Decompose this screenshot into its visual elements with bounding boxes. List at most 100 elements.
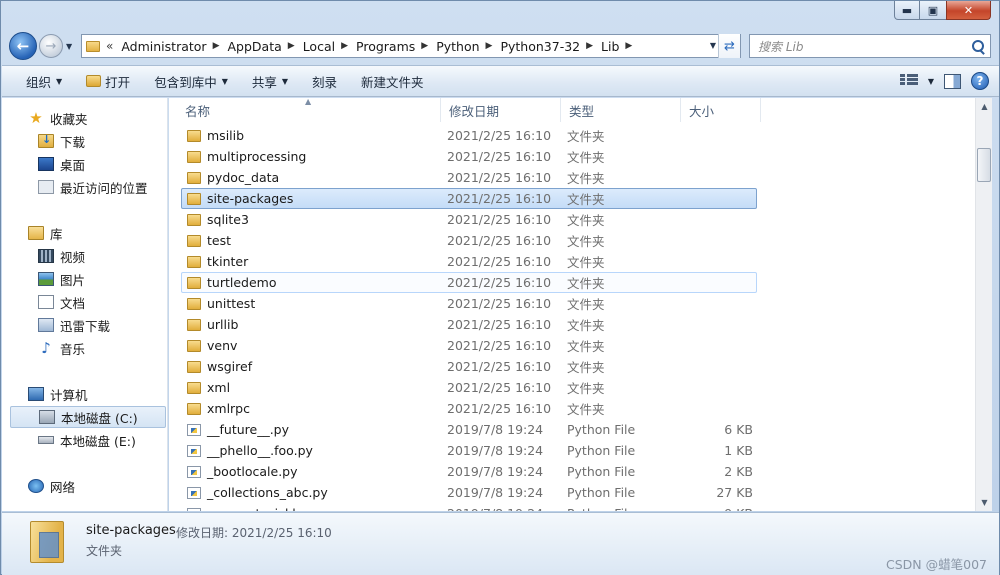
- file-name: venv: [207, 338, 238, 353]
- nav-downloads[interactable]: 下载: [38, 130, 85, 152]
- file-row[interactable]: urllib 2021/2/25 16:10 文件夹: [181, 314, 757, 335]
- address-dropdown[interactable]: ▼: [710, 41, 716, 50]
- nav-network[interactable]: 网络: [28, 475, 75, 497]
- nav-desktop[interactable]: 桌面: [38, 153, 85, 175]
- chevron-right-icon[interactable]: ▶: [288, 41, 295, 51]
- nav-xunlei[interactable]: 迅雷下载: [38, 314, 110, 336]
- file-row[interactable]: sqlite3 2021/2/25 16:10 文件夹: [181, 209, 757, 230]
- file-type: Python File: [567, 464, 636, 479]
- search-box[interactable]: 搜索 Lib: [749, 34, 991, 58]
- file-date: 2019/7/8 19:24: [447, 506, 543, 511]
- scroll-thumb[interactable]: [977, 148, 991, 182]
- scroll-down-button[interactable]: ▼: [976, 494, 993, 511]
- file-row[interactable]: msilib 2021/2/25 16:10 文件夹: [181, 125, 757, 146]
- file-date: 2021/2/25 16:10: [447, 275, 552, 290]
- open-button[interactable]: 打开: [74, 66, 142, 96]
- nav-music[interactable]: ♪ 音乐: [38, 337, 85, 359]
- nav-drive-c[interactable]: 本地磁盘 (C:): [10, 406, 166, 428]
- breadcrumb-item[interactable]: Lib ▶: [599, 39, 638, 54]
- new-folder-button[interactable]: 新建文件夹: [349, 66, 436, 96]
- nav-libraries[interactable]: 库: [28, 222, 63, 244]
- file-row[interactable]: __future__.py 2019/7/8 19:24 Python File 6 …: [181, 419, 757, 440]
- file-name: pydoc_data: [207, 170, 280, 185]
- vertical-scrollbar[interactable]: ▲ ▼: [975, 98, 992, 511]
- file-row[interactable]: __phello__.foo.py 2019/7/8 19:24 Python Fi…: [181, 440, 757, 461]
- file-row[interactable]: test 2021/2/25 16:10 文件夹: [181, 230, 757, 251]
- address-overflow[interactable]: «: [106, 39, 113, 53]
- file-row[interactable]: _bootlocale.py 2019/7/8 19:24 Python File 2…: [181, 461, 757, 482]
- breadcrumb-item[interactable]: Programs ▶: [354, 39, 434, 54]
- search-icon[interactable]: [972, 40, 984, 52]
- nav-recent[interactable]: 最近访问的位置: [38, 176, 148, 198]
- help-icon[interactable]: ?: [971, 72, 989, 90]
- preview-pane-icon[interactable]: [944, 73, 961, 89]
- file-row[interactable]: pydoc_data 2021/2/25 16:10 文件夹: [181, 167, 757, 188]
- file-row[interactable]: unittest 2021/2/25 16:10 文件夹: [181, 293, 757, 314]
- file-row[interactable]: turtledemo 2021/2/25 16:10 文件夹: [181, 272, 757, 293]
- breadcrumb-label: Python37-32: [500, 38, 581, 54]
- burn-button[interactable]: 刻录: [300, 66, 349, 96]
- back-button[interactable]: ←: [9, 32, 37, 60]
- forward-button[interactable]: →: [39, 34, 63, 58]
- breadcrumb-item[interactable]: Python ▶: [434, 39, 498, 54]
- nav-label: 视频: [60, 249, 86, 265]
- python-file-icon: [187, 486, 201, 499]
- maximize-button[interactable]: ▣: [920, 1, 946, 20]
- file-row[interactable]: xmlrpc 2021/2/25 16:10 文件夹: [181, 398, 757, 419]
- nav-videos[interactable]: 视频: [38, 245, 85, 267]
- nav-drive-e[interactable]: 本地磁盘 (E:): [38, 429, 136, 451]
- column-date[interactable]: 修改日期: [441, 98, 561, 122]
- file-name: urllib: [207, 317, 239, 332]
- view-dropdown[interactable]: ▼: [928, 77, 934, 86]
- share-label: 共享: [251, 74, 277, 90]
- column-size[interactable]: 大小: [681, 98, 761, 122]
- file-type: 文件夹: [567, 318, 605, 333]
- file-row[interactable]: _compat_pickle.py 2019/7/8 19:24 Python Fi…: [181, 503, 757, 511]
- address-bar[interactable]: « Administrator ▶ AppData ▶ Local ▶ Programs ▶ P…: [81, 34, 741, 58]
- file-date: 2021/2/25 16:10: [447, 128, 552, 143]
- chevron-right-icon[interactable]: ▶: [341, 41, 348, 51]
- scroll-up-button[interactable]: ▲: [976, 98, 993, 115]
- close-button[interactable]: ✕: [946, 1, 991, 20]
- file-row[interactable]: _collections_abc.py 2019/7/8 19:24 Python …: [181, 482, 757, 503]
- nav-pictures[interactable]: 图片: [38, 268, 85, 290]
- breadcrumb-item[interactable]: AppData ▶: [225, 39, 300, 54]
- file-name: turtledemo: [207, 275, 277, 290]
- nav-favorites[interactable]: ★ 收藏夹: [28, 107, 87, 129]
- breadcrumb-item[interactable]: Administrator ▶: [119, 39, 225, 54]
- file-row[interactable]: wsgiref 2021/2/25 16:10 文件夹: [181, 356, 757, 377]
- file-row[interactable]: venv 2021/2/25 16:10 文件夹: [181, 335, 757, 356]
- file-row[interactable]: multiprocessing 2021/2/25 16:10 文件夹: [181, 146, 757, 167]
- column-type[interactable]: 类型: [561, 98, 681, 122]
- chevron-right-icon[interactable]: ▶: [213, 41, 220, 51]
- nav-documents[interactable]: 文档: [38, 291, 85, 313]
- nav-computer[interactable]: 计算机: [28, 383, 88, 405]
- explorer-window: ▬ ▣ ✕ ← → ▼ « Administrator ▶ AppData ▶ Loca…: [0, 0, 1000, 575]
- file-date: 2021/2/25 16:10: [447, 359, 552, 374]
- file-row[interactable]: xml 2021/2/25 16:10 文件夹: [181, 377, 757, 398]
- breadcrumb-item[interactable]: Local ▶: [301, 39, 354, 54]
- minimize-button[interactable]: ▬: [894, 1, 920, 20]
- recent-pages-dropdown[interactable]: ▼: [66, 42, 72, 51]
- share-button[interactable]: 共享 ▼: [240, 66, 300, 96]
- refresh-button[interactable]: ⇄: [718, 34, 740, 58]
- breadcrumb-item[interactable]: Python37-32 ▶: [498, 39, 599, 54]
- organize-button[interactable]: 组织 ▼: [2, 66, 74, 96]
- file-name: xmlrpc: [207, 401, 250, 416]
- nav-label: 库: [50, 226, 63, 242]
- chevron-right-icon[interactable]: ▶: [586, 41, 593, 51]
- file-row[interactable]: site-packages 2021/2/25 16:10 文件夹: [181, 188, 757, 209]
- chevron-right-icon[interactable]: ▶: [486, 41, 493, 51]
- folder-icon: [86, 40, 100, 52]
- nav-label: 图片: [60, 272, 86, 288]
- include-library-button[interactable]: 包含到库中 ▼: [142, 66, 240, 96]
- chevron-right-icon[interactable]: ▶: [625, 41, 632, 51]
- file-row[interactable]: tkinter 2021/2/25 16:10 文件夹: [181, 251, 757, 272]
- burn-label: 刻录: [312, 74, 338, 90]
- open-label: 打开: [105, 74, 131, 90]
- details-name: site-packages: [86, 523, 176, 538]
- search-input[interactable]: 搜索 Lib: [758, 38, 803, 55]
- column-name[interactable]: 名称: [177, 98, 441, 122]
- chevron-right-icon[interactable]: ▶: [421, 41, 428, 51]
- view-options-icon[interactable]: [899, 74, 918, 88]
